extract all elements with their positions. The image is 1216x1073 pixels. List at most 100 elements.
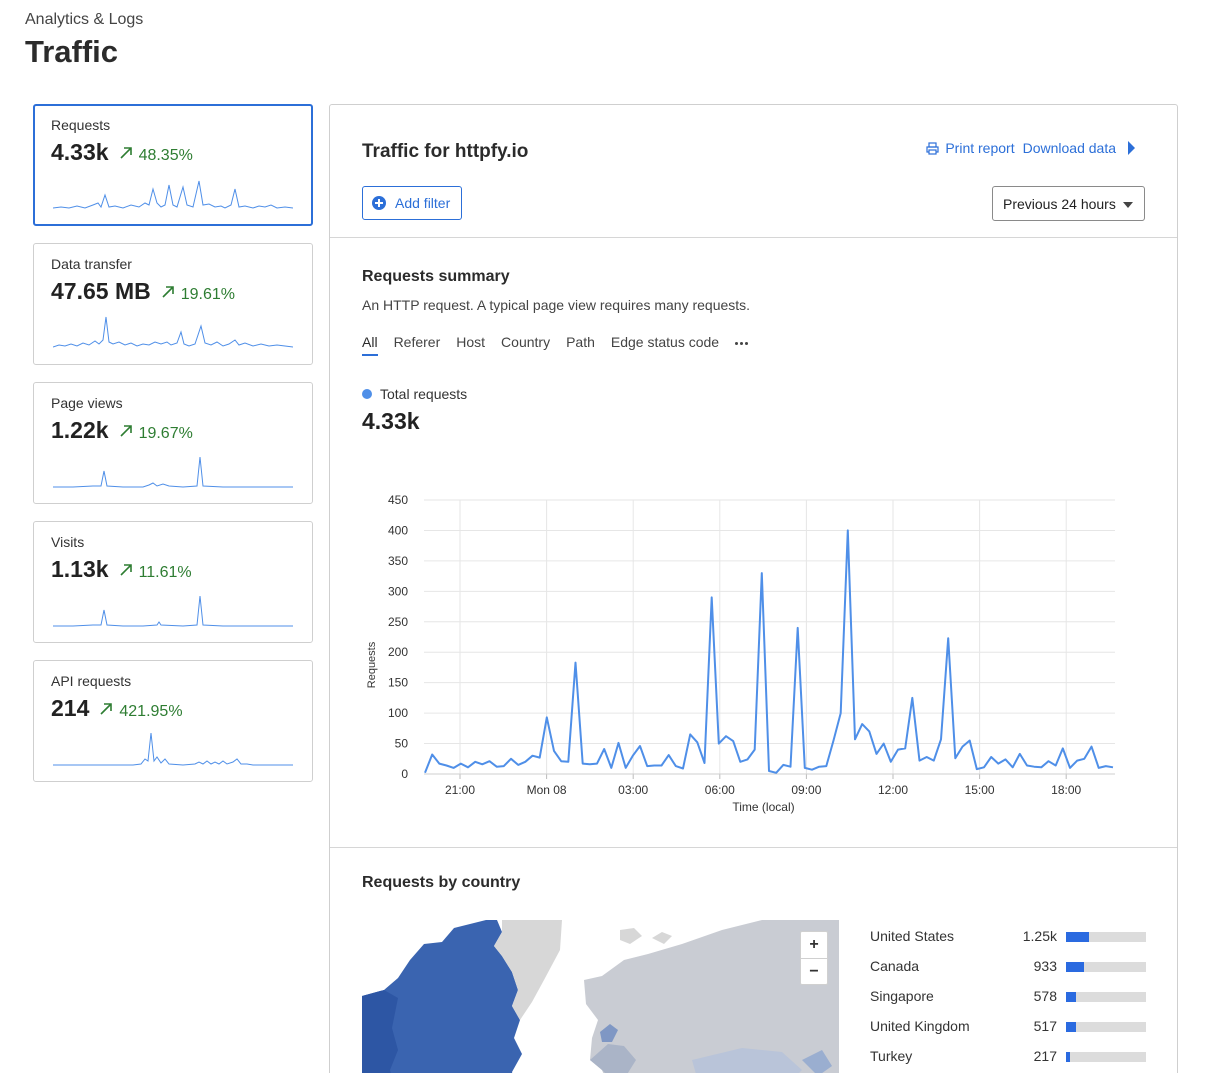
metric-change: 421.95% xyxy=(99,702,183,721)
country-bar xyxy=(1066,962,1146,972)
country-name: Canada xyxy=(870,958,920,974)
x-tick-label: 18:00 xyxy=(1051,783,1081,797)
country-bar-fill xyxy=(1066,1022,1076,1032)
country-value: 217 xyxy=(1033,1048,1057,1064)
metric-value: 4.33k xyxy=(51,139,109,165)
y-tick-label: 200 xyxy=(388,645,408,659)
tab-all[interactable]: All xyxy=(362,334,378,356)
country-name: Turkey xyxy=(870,1048,913,1064)
y-tick-label: 150 xyxy=(388,676,408,690)
metric-card-page-views[interactable]: Page views 1.22k 19.67% xyxy=(33,382,313,504)
more-options-icon[interactable] xyxy=(735,334,749,352)
country-bar xyxy=(1066,932,1146,942)
tab-referer[interactable]: Referer xyxy=(394,334,441,356)
requests-line-chart: 0 50 100 150 200 250 300 350 400 450 21:00 Mon 08 03… xyxy=(366,493,1115,814)
x-tick-label: 15:00 xyxy=(965,783,995,797)
metric-change: 11.61% xyxy=(119,563,192,582)
sparkline xyxy=(53,456,293,488)
metric-value: 47.65 MB xyxy=(51,278,151,304)
time-range-label: Previous 24 hours xyxy=(1003,195,1116,212)
metric-card-requests[interactable]: Requests 4.33k 48.35% xyxy=(33,104,313,226)
tab-edge-status-code[interactable]: Edge status code xyxy=(611,334,719,356)
x-tick-label: 03:00 xyxy=(618,783,648,797)
country-bar-fill xyxy=(1066,992,1077,1002)
metric-value: 214 xyxy=(51,695,90,721)
sparkline xyxy=(53,732,293,766)
metric-value: 1.13k xyxy=(51,556,109,582)
world-map-graphic xyxy=(362,920,839,1073)
y-tick-label: 400 xyxy=(388,523,408,537)
y-tick-label: 350 xyxy=(388,554,408,568)
y-tick-label: 450 xyxy=(388,493,408,507)
map-zoom-control: + − xyxy=(800,931,828,985)
trend-up-icon xyxy=(119,564,132,576)
printer-icon xyxy=(926,141,939,155)
requests-summary-description: An HTTP request. A typical page view req… xyxy=(362,297,751,313)
traffic-panel: Traffic for httpfy.io Print report Downl… xyxy=(329,104,1178,1073)
metric-change-value: 19.67% xyxy=(138,425,193,442)
metric-card-api-requests[interactable]: API requests 214 421.95% xyxy=(33,660,313,782)
country-value: 578 xyxy=(1033,988,1057,1004)
metric-change-value: 48.35% xyxy=(138,147,193,164)
y-tick-label: 0 xyxy=(401,767,408,781)
metric-change: 19.61% xyxy=(161,285,235,304)
plus-circle-icon xyxy=(372,196,386,210)
country-value: 1.25k xyxy=(1022,928,1057,944)
y-tick-label: 50 xyxy=(395,737,409,751)
y-tick-label: 100 xyxy=(388,706,408,720)
zoom-in-button[interactable]: + xyxy=(801,932,827,958)
metric-label: Page views xyxy=(51,395,123,411)
requests-summary-title: Requests summary xyxy=(362,268,510,285)
country-value: 933 xyxy=(1033,958,1057,974)
metric-label: API requests xyxy=(51,673,132,689)
total-requests-value: 4.33k xyxy=(362,408,420,434)
metric-card-visits[interactable]: Visits 1.13k 11.61% xyxy=(33,521,313,643)
print-report-label: Print report xyxy=(945,140,1015,156)
zoom-out-button[interactable]: − xyxy=(801,958,827,984)
sparkline xyxy=(53,595,293,627)
x-tick-label: Mon 08 xyxy=(527,783,567,797)
country-bar-fill xyxy=(1066,962,1084,972)
tab-host[interactable]: Host xyxy=(456,334,485,356)
panel-title: Traffic for httpfy.io xyxy=(362,141,529,162)
print-report-link[interactable]: Print report xyxy=(926,140,1015,156)
trend-up-icon xyxy=(119,425,132,437)
trend-up-icon xyxy=(100,703,113,715)
add-filter-button[interactable]: Add filter xyxy=(362,186,462,220)
caret-right-icon xyxy=(1128,141,1135,155)
country-bar xyxy=(1066,1022,1146,1032)
country-name: Singapore xyxy=(870,988,934,1004)
tab-country[interactable]: Country xyxy=(501,334,550,356)
x-tick-label: 06:00 xyxy=(705,783,735,797)
x-axis-label: Time (local) xyxy=(732,800,794,814)
time-range-select[interactable]: Previous 24 hours xyxy=(992,186,1145,221)
country-list: United States 1.25k Canada 933 Singapore 578 U… xyxy=(870,928,1146,1073)
world-map[interactable] xyxy=(362,920,839,1073)
metric-label: Requests xyxy=(51,117,111,133)
country-row: Turkey 217 xyxy=(870,1048,1146,1073)
page-title: Traffic xyxy=(25,34,119,69)
divider xyxy=(330,237,1177,238)
download-data-link[interactable]: Download data xyxy=(1023,140,1135,156)
country-row: Canada 933 xyxy=(870,958,1146,988)
chart-legend: Total requests xyxy=(362,386,467,402)
y-axis-label: Requests xyxy=(366,641,378,688)
y-tick-label: 300 xyxy=(388,584,408,598)
trend-up-icon xyxy=(162,286,174,298)
x-tick-label: 09:00 xyxy=(791,783,821,797)
country-name: United Kingdom xyxy=(870,1018,970,1034)
country-row: United States 1.25k xyxy=(870,928,1146,958)
legend-dot-icon xyxy=(362,389,372,399)
x-tick-label: 21:00 xyxy=(445,783,475,797)
metric-card-data-transfer[interactable]: Data transfer 47.65 MB 19.61% xyxy=(33,243,313,365)
country-row: Singapore 578 xyxy=(870,988,1146,1018)
country-name: United States xyxy=(870,928,955,944)
breadcrumb: Analytics & Logs xyxy=(25,11,144,28)
tab-path[interactable]: Path xyxy=(566,334,595,356)
y-tick-label: 250 xyxy=(388,615,408,629)
metric-change: 19.67% xyxy=(119,424,193,443)
summary-tabs: All Referer Host Country Path Edge statu… xyxy=(362,334,749,356)
metric-value: 1.22k xyxy=(51,417,109,443)
sparkline xyxy=(53,180,293,209)
metric-label: Data transfer xyxy=(51,256,132,272)
